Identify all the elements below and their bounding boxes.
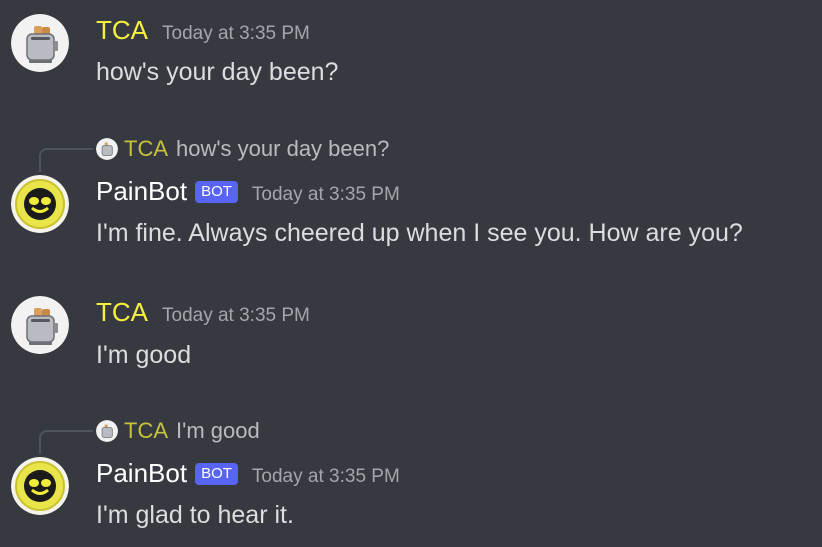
reply-avatar	[96, 138, 118, 160]
author-name[interactable]: PainBot	[96, 175, 187, 207]
chat-messages: TCA Today at 3:35 PM how's your day been…	[0, 0, 822, 547]
message-content: I'm good	[96, 341, 192, 369]
avatar[interactable]	[11, 457, 69, 515]
smiley-face-icon	[11, 175, 69, 233]
reply-avatar	[96, 420, 118, 442]
author-name[interactable]: PainBot	[96, 457, 187, 489]
timestamp: Today at 3:35 PM	[251, 184, 400, 205]
reply-text[interactable]: how's your day been?	[176, 136, 389, 162]
reply-preview[interactable]: TCA I'm good	[96, 418, 260, 444]
avatar[interactable]	[11, 175, 69, 233]
message-content: I'm fine. Always cheered up when I see y…	[96, 219, 743, 247]
bot-badge: BOT	[195, 181, 238, 203]
message-content: I'm glad to hear it.	[96, 501, 294, 529]
message-content: how's your day been?	[96, 58, 339, 86]
toaster-icon	[11, 296, 69, 354]
timestamp: Today at 3:35 PM	[162, 23, 310, 44]
reply-text[interactable]: I'm good	[176, 418, 260, 444]
author-name[interactable]: TCA	[96, 14, 148, 46]
timestamp: Today at 3:35 PM	[251, 466, 400, 487]
avatar[interactable]	[11, 14, 69, 72]
reply-spine	[39, 430, 93, 454]
toaster-icon	[11, 14, 69, 72]
reply-preview[interactable]: TCA how's your day been?	[96, 136, 389, 162]
reply-spine	[39, 148, 93, 172]
toaster-icon	[96, 138, 118, 160]
reply-author[interactable]: TCA	[124, 418, 168, 444]
author-name[interactable]: TCA	[96, 296, 148, 328]
bot-badge: BOT	[195, 463, 238, 485]
smiley-face-icon	[11, 457, 69, 515]
avatar[interactable]	[11, 296, 69, 354]
timestamp: Today at 3:35 PM	[162, 305, 310, 326]
reply-author[interactable]: TCA	[124, 136, 168, 162]
toaster-icon	[96, 420, 118, 442]
